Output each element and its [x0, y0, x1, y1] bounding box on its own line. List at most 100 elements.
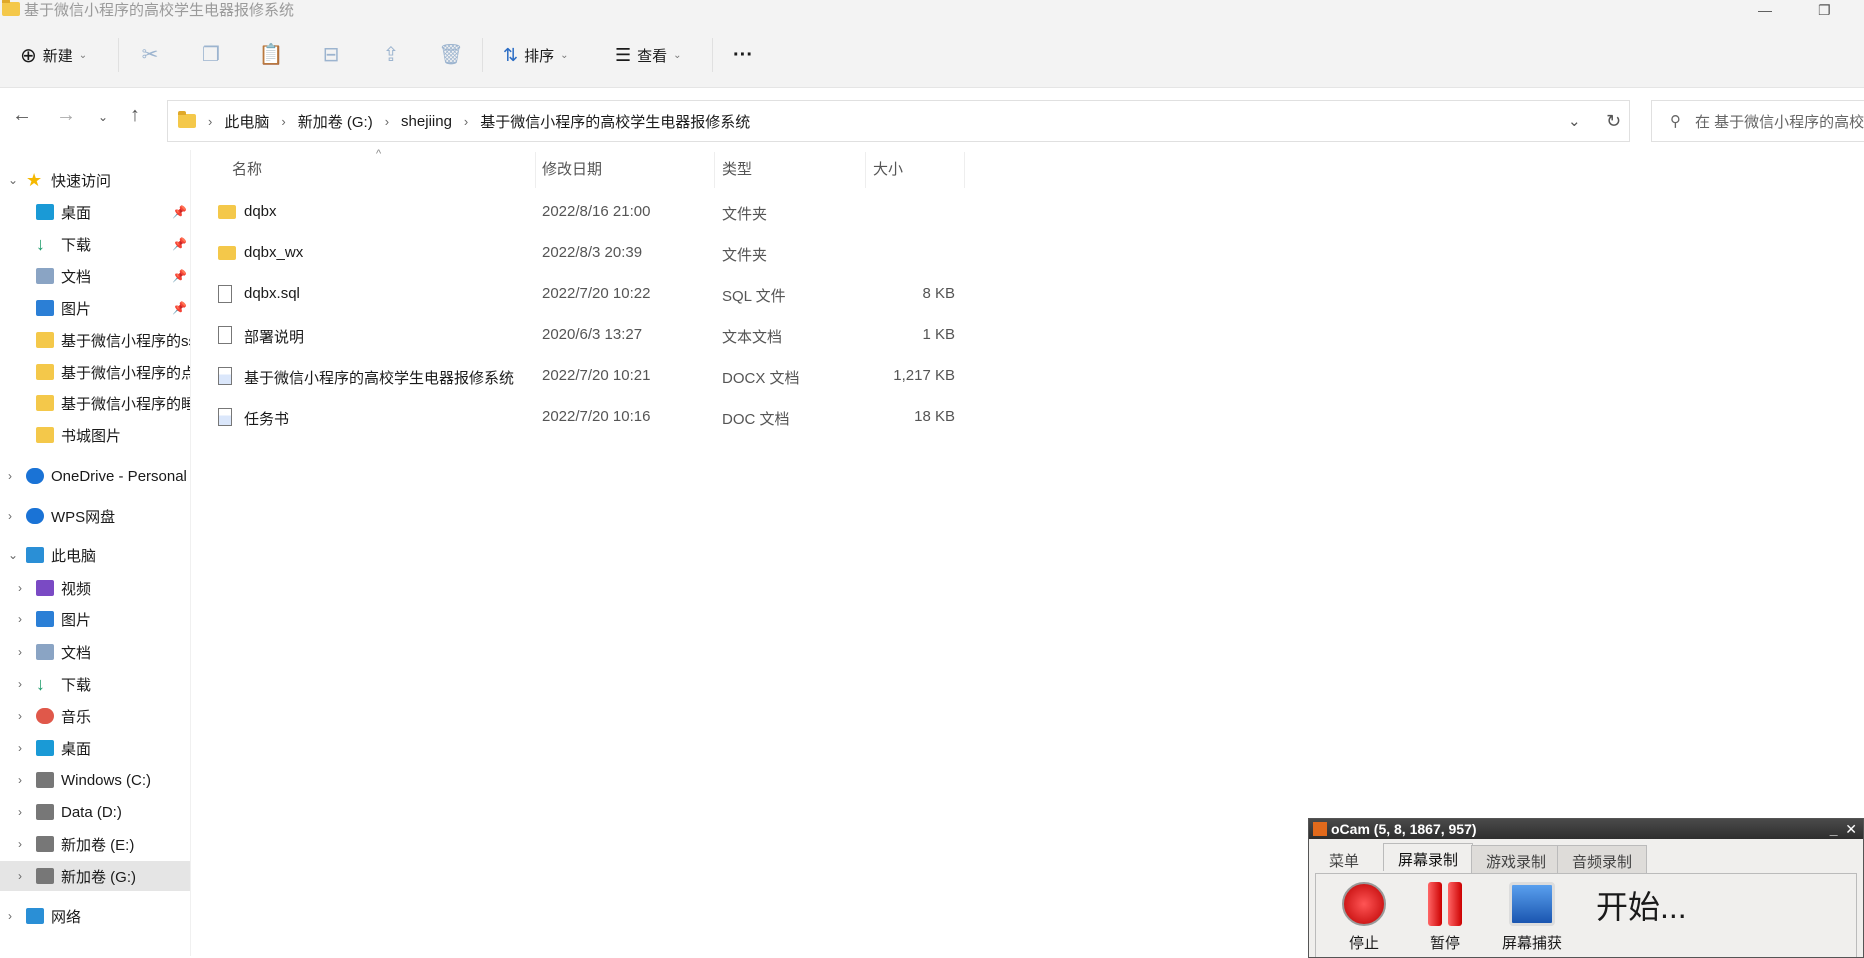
- delete-icon[interactable]: 🗑: [436, 40, 466, 70]
- address-bar[interactable]: › 此电脑 › 新加卷 (G:) › shejiing › 基于微信小程序的高校学生电器…: [167, 100, 1630, 142]
- sidebar-item[interactable]: › Data (D:): [0, 797, 190, 827]
- sidebar-item[interactable]: › Windows (C:): [0, 765, 190, 795]
- ocam-tab-screen[interactable]: 屏幕录制: [1383, 843, 1474, 871]
- pictures-icon: [36, 300, 54, 316]
- stop-button[interactable]: 停止: [1342, 882, 1386, 953]
- sidebar-item-label: Windows (C:): [61, 771, 152, 789]
- sidebar-item[interactable]: 桌面 📌: [0, 197, 190, 227]
- sidebar-item[interactable]: › 音乐: [0, 701, 190, 731]
- new-button[interactable]: ⊕ 新建 ⌄: [20, 38, 87, 72]
- file-row[interactable]: 部署说明 2020/6/3 13:27 文本文档 1 KB: [210, 316, 970, 354]
- sidebar-item-label: OneDrive - Personal: [51, 467, 187, 485]
- chevron-right-icon[interactable]: ›: [18, 709, 22, 723]
- sidebar-item[interactable]: › 视频: [0, 573, 190, 603]
- sidebar-item-label: 新加卷 (G:): [61, 868, 136, 886]
- chevron-down-icon: ⌄: [78, 49, 88, 61]
- sidebar-item[interactable]: 基于微信小程序的ssm: [0, 325, 190, 355]
- chevron-right-icon[interactable]: ›: [8, 469, 12, 483]
- pause-button[interactable]: 暂停: [1428, 882, 1462, 953]
- sidebar-item-label: Data (D:): [61, 803, 122, 821]
- sidebar-item[interactable]: › 新加卷 (E:): [0, 829, 190, 859]
- sidebar-item-label: 网络: [51, 908, 82, 926]
- file-name: 任务书: [244, 411, 290, 428]
- chevron-right-icon[interactable]: ›: [18, 645, 22, 659]
- ocam-tab-game[interactable]: 游戏录制: [1471, 845, 1562, 873]
- chevron-down-icon[interactable]: ⌄: [1568, 112, 1581, 130]
- chevron-right-icon[interactable]: ›: [18, 869, 22, 883]
- folder-icon: [218, 205, 236, 219]
- sidebar-item[interactable]: › ↓ 下载: [0, 669, 190, 699]
- sidebar-item[interactable]: › OneDrive - Personal: [0, 461, 190, 491]
- column-header-date[interactable]: 修改日期: [542, 158, 602, 184]
- chevron-right-icon[interactable]: ›: [18, 612, 22, 626]
- view-button[interactable]: ☰ 查看 ⌄: [615, 38, 682, 72]
- breadcrumb[interactable]: shejiing: [401, 113, 452, 130]
- chevron-right-icon[interactable]: ›: [8, 509, 12, 523]
- chevron-down-icon[interactable]: ⌄: [8, 173, 18, 187]
- chevron-right-icon[interactable]: ›: [18, 773, 22, 787]
- chevron-down-icon[interactable]: ⌄: [8, 548, 18, 562]
- file-row[interactable]: dqbx.sql 2022/7/20 10:22 SQL 文件 8 KB: [210, 275, 970, 313]
- sidebar-item[interactable]: ⌄ 此电脑: [0, 540, 190, 570]
- column-header-name[interactable]: 名称: [232, 158, 262, 184]
- chevron-right-icon[interactable]: ›: [18, 741, 22, 755]
- minimize-button[interactable]: —: [1758, 2, 1772, 18]
- sidebar-item[interactable]: 文档 📌: [0, 261, 190, 291]
- sidebar-item[interactable]: › 文档: [0, 637, 190, 667]
- sidebar-item[interactable]: 基于微信小程序的点: [0, 357, 190, 387]
- sidebar-item-label: 图片: [61, 611, 92, 629]
- sidebar-item[interactable]: › WPS网盘: [0, 501, 190, 531]
- column-header-size[interactable]: 大小: [873, 158, 903, 184]
- file-row[interactable]: dqbx_wx 2022/8/3 20:39 文件夹: [210, 234, 970, 272]
- documents-icon: [36, 268, 54, 284]
- folder-icon: [178, 111, 196, 128]
- more-button[interactable]: ···: [733, 38, 753, 72]
- sort-button[interactable]: ⇅ 排序 ⌄: [503, 38, 569, 72]
- breadcrumb[interactable]: 此电脑: [224, 111, 269, 132]
- chevron-right-icon[interactable]: ›: [8, 909, 12, 923]
- sidebar-item[interactable]: ↓ 下载 📌: [0, 229, 190, 259]
- sidebar-item[interactable]: 书城图片: [0, 420, 190, 450]
- breadcrumb[interactable]: 新加卷 (G:): [298, 111, 373, 132]
- copy-icon[interactable]: ❐: [196, 40, 226, 70]
- restore-button[interactable]: ❐: [1818, 2, 1831, 19]
- sidebar-item-label: 书城图片: [61, 427, 122, 445]
- recent-dropdown[interactable]: ⌄: [98, 110, 108, 124]
- folder-icon: [36, 332, 54, 348]
- rename-icon[interactable]: ⊟: [316, 40, 346, 70]
- ocam-tab-audio[interactable]: 音频录制: [1557, 845, 1648, 873]
- pin-icon: 📌: [172, 205, 187, 219]
- sidebar-item[interactable]: › 新加卷 (G:): [0, 861, 190, 891]
- sidebar-item[interactable]: 图片 📌: [0, 293, 190, 323]
- search-input[interactable]: ⚲在 基于微信小程序的高校学生电器报修系统 中搜索: [1651, 100, 1864, 142]
- sidebar-item[interactable]: › 网络: [0, 901, 190, 931]
- refresh-icon[interactable]: ↻: [1606, 111, 1621, 132]
- screen-capture-button[interactable]: 屏幕捕获: [1502, 882, 1562, 953]
- column-header-type[interactable]: 类型: [722, 158, 752, 184]
- up-button[interactable]: ↑: [130, 104, 140, 127]
- search-icon: ⚲: [1670, 113, 1681, 130]
- cut-icon[interactable]: ✂: [135, 40, 165, 70]
- file-date: 2022/8/3 20:39: [542, 244, 643, 261]
- sidebar-item-label: 文档: [61, 268, 92, 286]
- file-row[interactable]: dqbx 2022/8/16 21:00 文件夹: [210, 193, 970, 231]
- paste-icon[interactable]: 📋: [256, 40, 286, 70]
- file-row[interactable]: 基于微信小程序的高校学生电器报修系统 2022/7/20 10:21 DOCX 文档…: [210, 357, 970, 395]
- breadcrumb[interactable]: 基于微信小程序的高校学生电器报修系统: [480, 111, 750, 132]
- ocam-tab-menu[interactable]: 菜单: [1315, 845, 1373, 873]
- close-icon[interactable]: _ ✕: [1830, 821, 1863, 838]
- file-name: dqbx.sql: [244, 285, 300, 302]
- sidebar-item[interactable]: › 图片: [0, 604, 190, 634]
- sidebar-item[interactable]: 基于微信小程序的睡: [0, 388, 190, 418]
- forward-button[interactable]: →: [56, 104, 76, 127]
- sidebar-item[interactable]: ⌄ ★ 快速访问: [0, 165, 190, 195]
- chevron-right-icon[interactable]: ›: [18, 837, 22, 851]
- back-button[interactable]: ←: [12, 104, 32, 127]
- chevron-right-icon[interactable]: ›: [18, 677, 22, 691]
- share-icon[interactable]: ⇪: [376, 40, 406, 70]
- sidebar-item[interactable]: › 桌面: [0, 733, 190, 763]
- chevron-right-icon[interactable]: ›: [18, 805, 22, 819]
- chevron-right-icon[interactable]: ›: [18, 581, 22, 595]
- file-date: 2020/6/3 13:27: [542, 326, 643, 343]
- file-row[interactable]: 任务书 2022/7/20 10:16 DOC 文档 18 KB: [210, 398, 970, 436]
